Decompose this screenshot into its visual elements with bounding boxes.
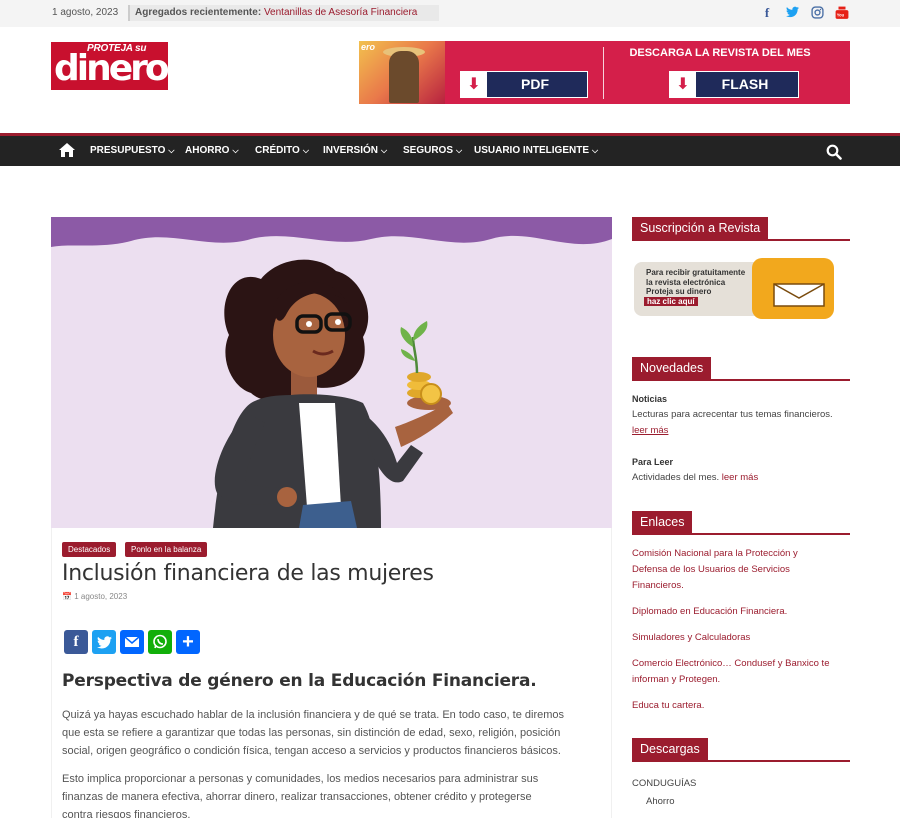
email-share-button[interactable] xyxy=(120,630,144,654)
tag-ponlo-en-la-balanza[interactable]: Ponlo en la balanza xyxy=(125,542,208,557)
pdf-label: PDF xyxy=(521,76,549,92)
widget-title-suscripcion: Suscripción a Revista xyxy=(632,217,850,241)
facebook-icon[interactable]: f xyxy=(760,6,774,20)
novedades-noticias-title[interactable]: Noticias xyxy=(632,394,667,404)
search-icon[interactable] xyxy=(826,144,842,160)
nav-item-presupuesto[interactable]: PRESUPUESTO ⌵ xyxy=(90,145,174,156)
article-paragraph-1: Quizá ya hayas escuchado hablar de la in… xyxy=(62,709,565,757)
chevron-down-icon: ⌵ xyxy=(592,146,599,155)
widget-title-novedades: Novedades xyxy=(632,357,850,381)
recent-label: Agregados recientemente: xyxy=(135,7,262,18)
enlace-comercio-electronico[interactable]: Comercio Electrónico… Condusef y Banxico… xyxy=(632,656,844,688)
main-navigation: PRESUPUESTO ⌵ AHORRO ⌵ CRÉDITO ⌵ INVERSIÓN ⌵… xyxy=(0,136,900,166)
subscription-cta[interactable]: haz clic aquí xyxy=(644,297,698,306)
article-featured-image[interactable] xyxy=(51,217,612,528)
magazine-download-banner[interactable]: ero DESCARGA LA REVISTA DEL MES ⬇ PDF ⬇ … xyxy=(359,41,850,104)
twitter-icon[interactable] xyxy=(785,6,799,21)
recent-news-link[interactable]: Ventanillas de Asesoría Financiera xyxy=(264,7,417,18)
logo-big-text: dinero xyxy=(54,48,168,89)
tag-destacados[interactable]: Destacados xyxy=(62,542,117,557)
nav-item-inversion[interactable]: INVERSIÓN ⌵ xyxy=(323,145,387,156)
download-arrow-icon: ⬇ xyxy=(670,72,696,97)
article-title: Inclusión financiera de las mujeres xyxy=(62,561,434,586)
nav-item-ahorro[interactable]: AHORRO ⌵ xyxy=(185,145,239,156)
share-button[interactable]: + xyxy=(176,630,200,654)
chevron-down-icon: ⌵ xyxy=(456,146,463,155)
facebook-share-button[interactable]: f xyxy=(64,630,88,654)
descargas-item-ahorro[interactable]: Ahorro xyxy=(646,794,864,810)
download-arrow-icon: ⬇ xyxy=(461,72,487,97)
current-date: 1 agosto, 2023 xyxy=(52,7,119,18)
chevron-down-icon: ⌵ xyxy=(232,146,239,155)
widget-title-enlaces: Enlaces xyxy=(632,511,850,535)
flash-label: FLASH xyxy=(721,76,769,92)
enlace-educa-tu-cartera[interactable]: Educa tu cartera. xyxy=(632,698,844,714)
nav-item-credito[interactable]: CRÉDITO ⌵ xyxy=(255,145,309,156)
subscription-text: Para recibir gratuitamente la revista el… xyxy=(646,268,746,296)
nav-item-usuario-inteligente[interactable]: USUARIO INTELIGENTE ⌵ xyxy=(474,145,598,156)
site-logo[interactable]: PROTEJA su dinero xyxy=(51,42,168,90)
flash-download-button[interactable]: ⬇ FLASH xyxy=(669,71,799,98)
cover-person-shape xyxy=(389,51,419,103)
novedades-noticias-text: Lecturas para acrecentar tus temas finan… xyxy=(632,409,833,436)
twitter-share-button[interactable] xyxy=(92,630,116,654)
banner-divider xyxy=(603,47,604,99)
subscription-banner[interactable]: Para recibir gratuitamente la revista el… xyxy=(634,258,834,319)
nav-item-seguros[interactable]: SEGUROS ⌵ xyxy=(403,145,462,156)
recent-news-ticker[interactable]: Agregados recientemente: Ventanillas de … xyxy=(128,5,439,21)
article-subheading: Perspectiva de género en la Educación Fi… xyxy=(62,671,537,691)
top-bar: 1 agosto, 2023 Agregados recientemente: … xyxy=(0,0,900,27)
leer-mas-link[interactable]: leer más xyxy=(722,472,758,483)
youtube-icon[interactable]: You xyxy=(835,6,849,23)
chevron-down-icon: ⌵ xyxy=(168,146,175,155)
descargas-category: CONDUGUÍAS xyxy=(632,778,697,789)
chevron-down-icon: ⌵ xyxy=(381,146,388,155)
instagram-icon[interactable] xyxy=(810,6,824,22)
novedades-leer-text: Actividades del mes. leer más xyxy=(632,472,759,483)
cover-title: ero xyxy=(361,42,376,52)
enlace-diplomado[interactable]: Diplomado en Educación Financiera. xyxy=(632,604,844,620)
widget-title-descargas: Descargas xyxy=(632,738,850,762)
leer-mas-link[interactable]: leer más xyxy=(632,425,668,436)
pdf-download-button[interactable]: ⬇ PDF xyxy=(460,71,588,98)
novedades-leer-title[interactable]: Para Leer xyxy=(632,457,673,467)
enlace-simuladores[interactable]: Simuladores y Calculadoras xyxy=(632,630,844,646)
chevron-down-icon: ⌵ xyxy=(302,146,309,155)
calendar-icon: 📅 xyxy=(62,592,72,601)
enlace-condusef[interactable]: Comisión Nacional para la Protección y D… xyxy=(632,546,844,594)
article-paragraph-2: Esto implica proporcionar a personas y c… xyxy=(62,773,539,818)
svg-text:You: You xyxy=(837,13,845,18)
banner-headline: DESCARGA LA REVISTA DEL MES xyxy=(629,47,811,59)
article-date: 📅 1 agosto, 2023 xyxy=(62,592,128,601)
home-icon[interactable] xyxy=(58,142,76,158)
magazine-cover-image: ero xyxy=(359,41,445,104)
whatsapp-share-button[interactable] xyxy=(148,630,172,654)
